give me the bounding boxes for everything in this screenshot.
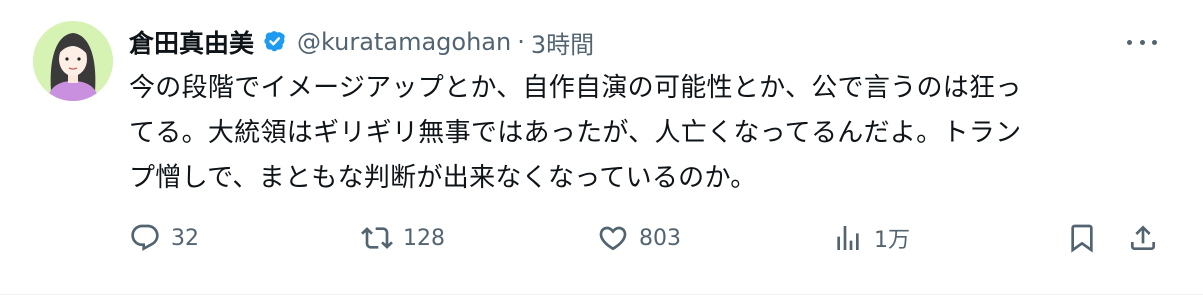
tweet-text-line: プ憎しで、まともな判断が出来なくなっているのか。 (129, 163, 757, 193)
more-icon[interactable] (1127, 30, 1157, 54)
bookmark-icon (1066, 222, 1098, 254)
tweet-text-line: てる。大統領はギリギリ無事ではあったが、人亡くなってるんだよ。トラン (129, 118, 1022, 148)
retweet-button[interactable]: 128 (361, 218, 445, 258)
separator: · (517, 28, 525, 56)
reply-icon (129, 222, 161, 254)
timestamp[interactable]: 3時間 (531, 25, 594, 60)
tweet[interactable]: 倉田真由美 @kuratamagohan · 3時間 今の段階でイメージアップと… (0, 0, 1203, 295)
retweet-icon (361, 222, 393, 254)
reply-count: 32 (171, 225, 199, 251)
views-count: 1万 (874, 228, 910, 253)
views-icon (832, 222, 864, 254)
like-button[interactable]: 803 (597, 218, 681, 258)
views-button[interactable]: 1万 (832, 218, 910, 258)
share-button[interactable] (1127, 218, 1159, 258)
verified-badge-icon[interactable] (262, 29, 288, 55)
bookmark-button[interactable] (1066, 218, 1098, 258)
share-icon (1127, 222, 1159, 254)
avatar-image (33, 21, 113, 101)
handle[interactable]: @kuratamagohan (297, 28, 511, 56)
avatar[interactable] (33, 21, 113, 101)
heart-icon (597, 222, 629, 254)
tweet-actions: 32 128 803 1万 (129, 218, 1169, 258)
tweet-header: 倉田真由美 @kuratamagohan · 3時間 (129, 24, 594, 60)
display-name[interactable]: 倉田真由美 (129, 24, 254, 60)
tweet-text-line: 今の段階でイメージアップとか、自作自演の可能性とか、公で言うのは狂っ (129, 73, 1022, 103)
like-count: 803 (639, 225, 681, 251)
retweet-count: 128 (403, 225, 445, 251)
reply-button[interactable]: 32 (129, 218, 199, 258)
tweet-text: 今の段階でイメージアップとか、自作自演の可能性とか、公で言うのは狂っ てる。大統… (129, 66, 1169, 201)
